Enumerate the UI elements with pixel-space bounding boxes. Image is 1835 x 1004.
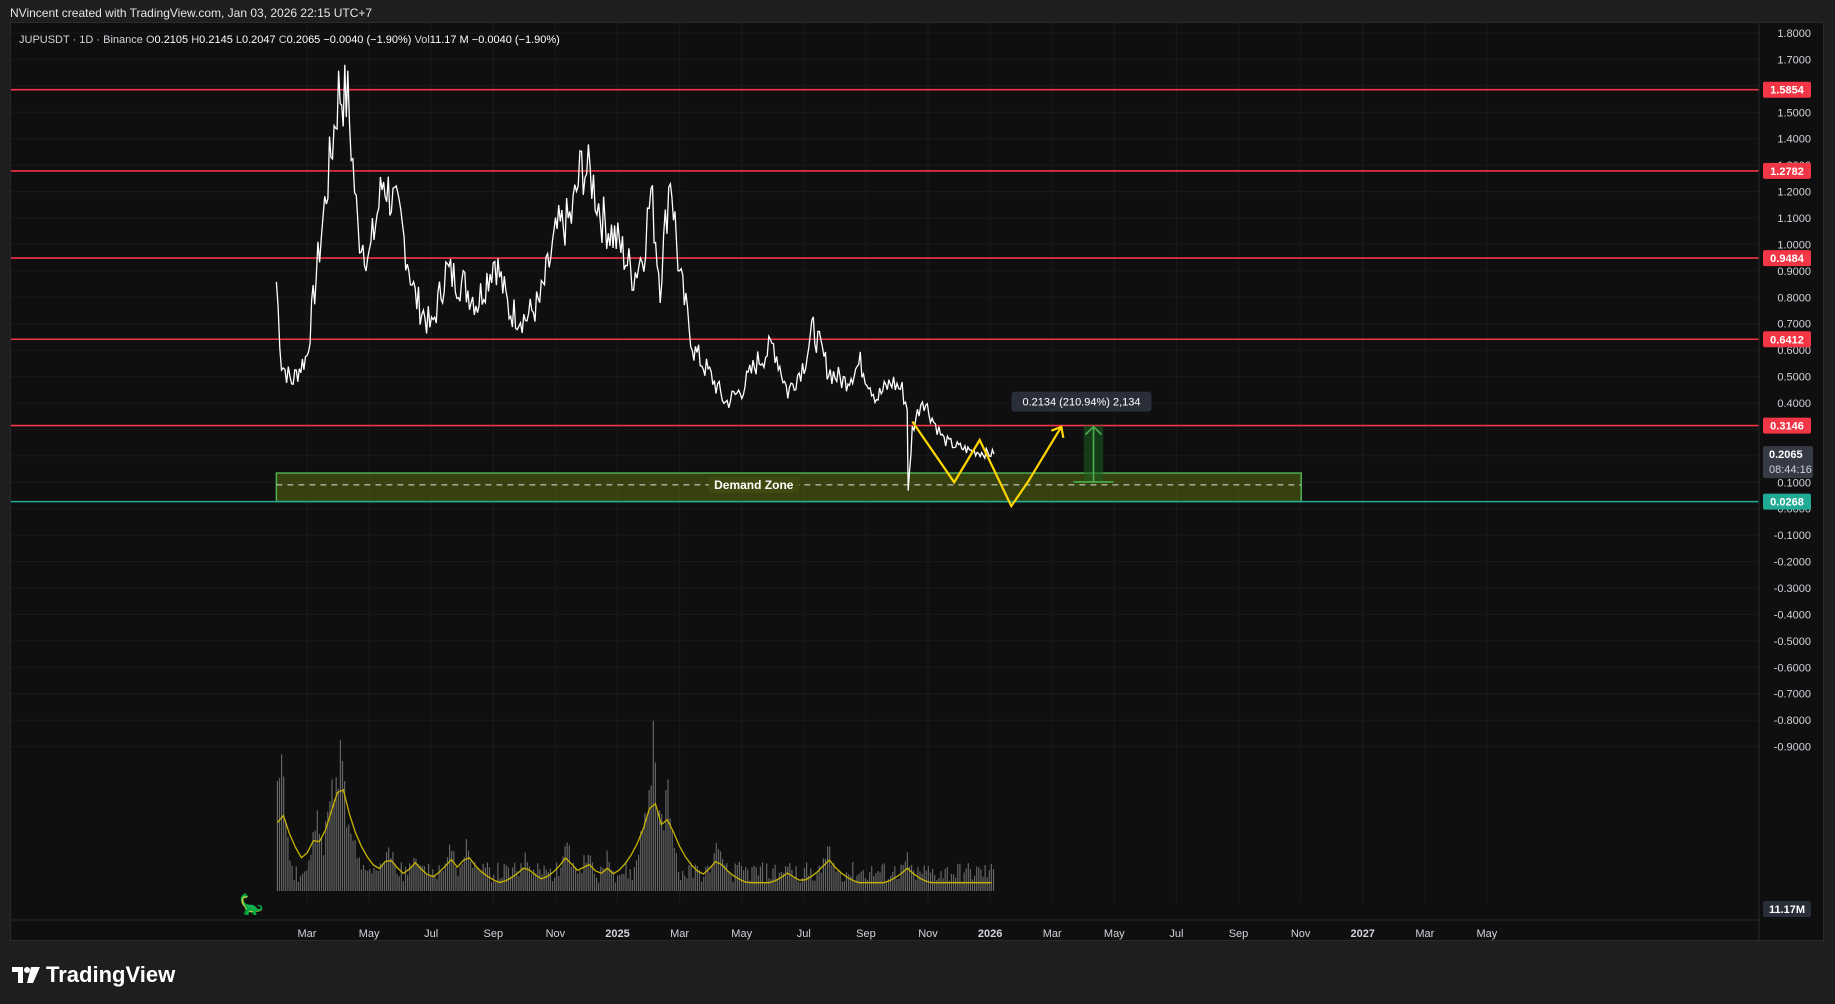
chart-area[interactable]: Demand Zone 0.2134 (210.94%) 2,134 🦕 1.8000… [10,22,1825,942]
x-tick-label: Sep [484,928,504,940]
price-tag-6: 0.0268 [1770,497,1804,509]
tradingview-footer: TradingView [12,960,175,990]
legend-c-value: 0.2065 [287,34,324,46]
x-tick-label: May [359,928,380,940]
price-tag-1: 1.5854 [1770,85,1805,97]
y-tick-label: 1.0000 [1777,239,1811,251]
x-tick-label: Sep [856,928,876,940]
y-tick-label: 0.4000 [1777,398,1811,410]
x-tick-label: Mar [298,928,317,940]
y-tick-label: -0.5000 [1774,636,1811,648]
y-tick-label: 1.5000 [1777,107,1811,119]
x-tick-label: Mar [1415,928,1434,940]
last-price-countdown: 08:44:16 [1769,464,1812,476]
x-tick-label: Mar [670,928,689,940]
volume-tag: 11.17M [1769,904,1805,916]
y-tick-label: 1.8000 [1777,28,1811,40]
y-tick-label: -0.6000 [1774,662,1811,674]
x-tick-label: May [1104,928,1125,940]
legend-change: −0.0040 (−1.90%) [323,34,414,46]
y-tick-label: 1.4000 [1777,134,1811,146]
y-tick-label: -0.8000 [1774,715,1811,727]
legend-o-value: 0.2105 [155,34,192,46]
x-tick-label: Mar [1043,928,1062,940]
y-tick-label: 0.8000 [1777,292,1811,304]
x-tick-label: May [1477,928,1498,940]
y-tick-label: 1.7000 [1777,54,1811,66]
last-price-value: 0.2065 [1769,449,1803,461]
price-tag-3: 0.9484 [1770,253,1805,265]
y-tick-label: -0.2000 [1774,557,1811,569]
y-tick-label: -0.3000 [1774,583,1811,595]
y-tick-label: 0.9000 [1777,266,1811,278]
price-tag-2: 1.2782 [1770,166,1804,178]
legend-c-label: C [279,34,287,46]
measure-label: 0.2134 (210.94%) 2,134 [1022,397,1140,409]
legend-h-value: 0.2145 [199,34,236,46]
y-tick-label: 0.7000 [1777,319,1811,331]
y-tick-label: 1.2000 [1777,187,1811,199]
y-tick-label: -0.7000 [1774,689,1811,701]
price-chart[interactable]: Demand Zone 0.2134 (210.94%) 2,134 🦕 1.8000… [11,23,1825,942]
price-tag-5: 0.3146 [1770,421,1804,433]
y-tick-label: -0.1000 [1774,530,1811,542]
x-tick-label: Nov [1291,928,1311,940]
x-tick-label: Nov [918,928,938,940]
x-tick-label: Jul [1169,928,1183,940]
price-tag-4: 0.6412 [1770,334,1804,346]
legend-vol-label: Vol [414,34,429,46]
x-tick-label: Sep [1229,928,1249,940]
y-tick-label: -0.4000 [1774,609,1811,621]
x-tick-label: Jul [797,928,811,940]
y-tick-label: 1.1000 [1777,213,1811,225]
demand-zone-label: Demand Zone [714,478,794,492]
x-tick-label: Nov [546,928,566,940]
x-tick-label: Jul [424,928,438,940]
legend-vol-value: 11.17 M [430,34,472,46]
legend-l-value: 0.2047 [242,34,279,46]
y-tick-label: -0.9000 [1774,742,1811,754]
y-tick-label: 0.1000 [1777,477,1811,489]
legend-vol-change: −0.0040 (−1.90%) [472,34,560,46]
tradingview-brand: TradingView [46,962,176,987]
ohlc-legend: JUPUSDT · 1D · Binance O0.2105 H0.2145 L… [19,34,560,46]
legend-h-label: H [191,34,199,46]
price-series-line [275,64,995,491]
x-tick-label: 2026 [978,928,1002,940]
y-tick-label: 0.5000 [1777,372,1811,384]
chart-attribution: NVincent created with TradingView.com, J… [10,6,373,20]
tv-dino-icon: 🦕 [239,892,264,916]
tradingview-logo-icon [12,967,40,983]
x-tick-label: 2025 [605,928,629,940]
legend-symbol: JUPUSDT · 1D · Binance [19,34,146,46]
x-tick-label: 2027 [1350,928,1374,940]
x-tick-label: May [731,928,752,940]
